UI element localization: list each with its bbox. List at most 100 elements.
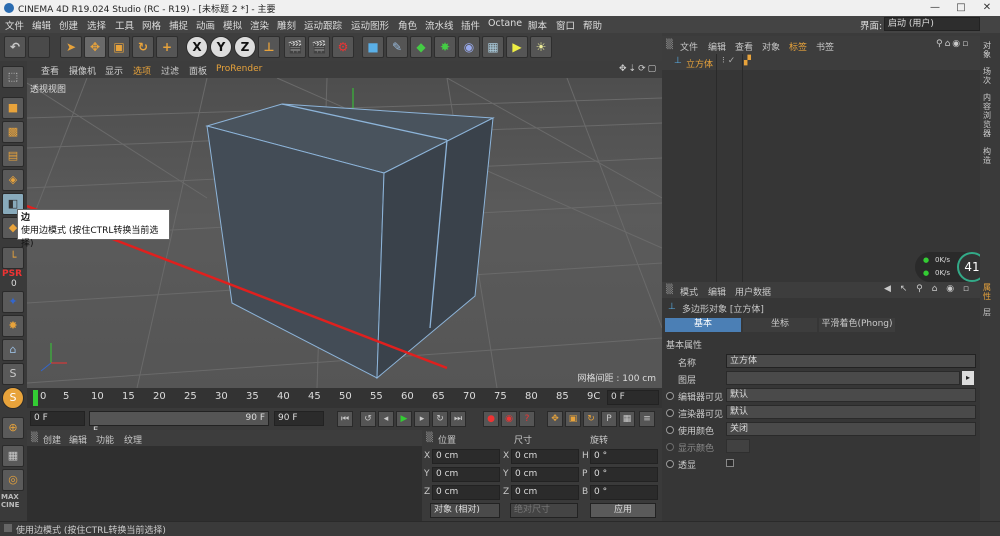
animate-radio-icon[interactable] [666,443,674,451]
vp-menu-options[interactable]: 选项 [133,64,151,77]
vp-menu-view[interactable]: 查看 [41,64,59,77]
current-frame-marker[interactable] [33,390,38,406]
render-settings-icon[interactable]: ⚙ [332,36,354,58]
obj-menu-bookmarks[interactable]: 书签 [816,40,834,53]
tweak-icon[interactable]: ▦ [2,445,24,467]
obj-menu-object[interactable]: 对象 [762,40,780,53]
add-icon[interactable]: + [156,36,178,58]
menu-file[interactable]: 文件 [5,18,24,32]
record-icon[interactable]: ● [483,411,499,427]
quantize-icon[interactable]: ✸ [2,315,24,337]
object-row-cube[interactable]: ⊥ 立方体 ⁝ ✓ ▞ [662,54,980,70]
size-z-field[interactable]: 0 cm [511,485,579,500]
vp-menu-display[interactable]: 显示 [105,64,123,77]
menu-plugins[interactable]: 插件 [461,18,480,32]
viewport-nav-icon[interactable]: ✥⇣⟳▢ [619,64,658,74]
menu-mograph[interactable]: 运动图形 [351,18,389,32]
obj-menu-view[interactable]: 查看 [735,40,753,53]
start-frame-field[interactable]: 0 F [30,411,85,426]
workplane-icon[interactable]: ◎ [2,469,24,491]
vp-menu-camera[interactable]: 摄像机 [69,64,96,77]
menu-mesh[interactable]: 网格 [142,18,161,32]
coordinate-system-icon[interactable]: ⊥ [258,36,280,58]
array-icon[interactable]: ✸ [434,36,456,58]
animate-radio-icon[interactable] [666,460,674,468]
rot-p-field[interactable]: 0 ° [590,467,658,482]
rot-b-field[interactable]: 0 ° [590,485,658,500]
z-axis-icon[interactable]: Z [234,36,256,58]
vp-menu-filter[interactable]: 过滤 [161,64,179,77]
current-frame-field[interactable]: 0 F [607,390,659,405]
keyframe-selection-icon[interactable]: ? [519,411,535,427]
coord-mode-select[interactable]: 对象 (相对) [430,503,500,518]
key-position-icon[interactable]: ✥ [547,411,563,427]
menu-help[interactable]: 帮助 [583,18,602,32]
size-mode-select[interactable]: 绝对尺寸 [510,503,578,518]
menu-animate[interactable]: 动画 [196,18,215,32]
go-to-start-icon[interactable]: ⏮ [337,411,353,427]
next-key-icon[interactable]: ↻ [432,411,448,427]
mat-menu-texture[interactable]: 纹理 [124,433,142,446]
obj-search-icon[interactable]: ⚲⌂◉▫ [936,39,970,49]
side-tab-content-browser[interactable]: 内容浏览器 [983,93,997,138]
object-name[interactable]: 立方体 [686,57,713,70]
side-tab-objects[interactable]: 对象 [983,41,997,59]
move-icon[interactable]: ✥ [84,36,106,58]
menu-simulate[interactable]: 模拟 [223,18,242,32]
menu-create[interactable]: 创建 [59,18,78,32]
minimize-button[interactable]: — [922,0,948,16]
menu-snap[interactable]: 捕捉 [169,18,188,32]
side-tab-layers[interactable]: 层 [983,308,997,317]
menu-octane[interactable]: Octane [488,18,522,29]
texture-mode-icon[interactable]: ▩ [2,121,24,143]
menu-character[interactable]: 角色 [398,18,417,32]
mat-menu-create[interactable]: 创建 [43,433,61,446]
mat-menu-edit[interactable]: 编辑 [69,433,87,446]
solo-icon[interactable]: S [2,363,24,385]
layout-select[interactable]: 启动 (用户) [884,17,980,31]
make-editable-icon[interactable]: ⬚ [2,66,24,88]
tab-coord[interactable]: 坐标 [743,318,817,332]
name-field[interactable]: 立方体 [726,354,976,368]
obj-menu-edit[interactable]: 编辑 [708,40,726,53]
end-frame-field[interactable]: 90 F [274,411,324,426]
layer-field[interactable] [726,371,960,385]
y-axis-icon[interactable]: Y [210,36,232,58]
prev-frame-icon[interactable]: ◂ [378,411,394,427]
floor-icon[interactable]: ▦ [482,36,504,58]
select-arrow-icon[interactable]: ➤ [60,36,82,58]
key-rotation-icon[interactable]: ↻ [583,411,599,427]
side-tab-structure[interactable]: 构造 [983,147,997,165]
attr-menu-mode[interactable]: 模式 [680,285,698,298]
phong-tag-icon[interactable]: ▞ [744,56,751,66]
tab-basic[interactable]: 基本 [665,318,741,332]
layer-picker-icon[interactable]: ▸ [962,371,974,385]
menu-motion-tracking[interactable]: 运动跟踪 [304,18,342,32]
subdivision-icon[interactable]: ◆ [410,36,432,58]
animate-radio-icon[interactable] [666,409,674,417]
workplane-mode-icon[interactable]: ▤ [2,145,24,167]
menu-render[interactable]: 渲染 [250,18,269,32]
use-color-select[interactable]: 关闭 [726,422,976,436]
side-tab-attributes[interactable]: 属性 [983,283,997,301]
light-icon[interactable]: ☀ [530,36,552,58]
side-tab-takes[interactable]: 场次 [983,67,997,85]
attr-nav-icons[interactable]: ◀ ↖ ⚲ ⌂ ◉ ▫ [884,284,972,294]
mouse-icon[interactable]: ⌂ [2,339,24,361]
render-picture-viewer-icon[interactable]: 🎬 [308,36,330,58]
menu-tools[interactable]: 工具 [115,18,134,32]
menu-edit[interactable]: 编辑 [32,18,51,32]
tab-phong[interactable]: 平滑着色(Phong) [819,318,895,332]
x-axis-icon[interactable]: X [186,36,208,58]
deformer-icon[interactable]: ◉ [458,36,480,58]
editor-visible-select[interactable]: 默认 [726,388,976,402]
xray-checkbox[interactable] [726,459,734,467]
pos-z-field[interactable]: 0 cm [432,485,500,500]
animate-radio-icon[interactable] [666,426,674,434]
key-scale-icon[interactable]: ▣ [565,411,581,427]
camera-icon[interactable]: ▶ [506,36,528,58]
maximize-button[interactable]: □ [948,0,974,16]
key-pla-icon[interactable]: ▦ [619,411,635,427]
animate-radio-icon[interactable] [666,392,674,400]
attr-menu-edit[interactable]: 编辑 [708,285,726,298]
